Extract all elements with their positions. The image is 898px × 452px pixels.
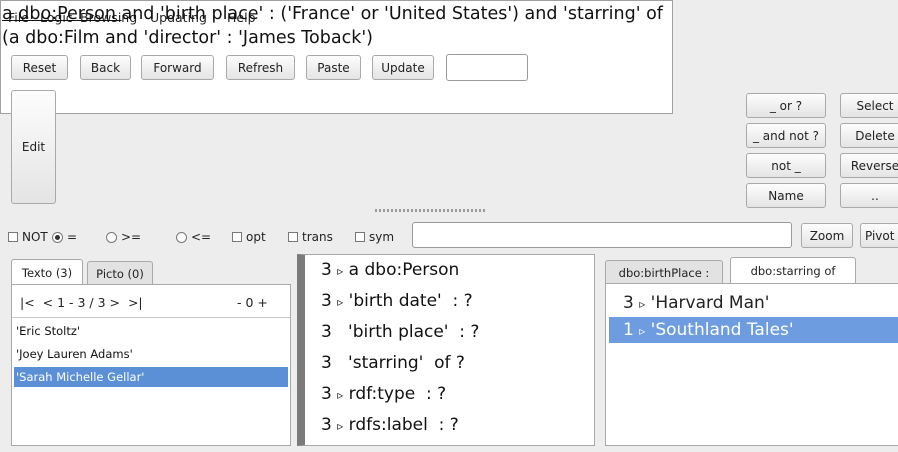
ge-radio[interactable]: >= [106, 230, 141, 244]
select-button[interactable]: Select [840, 93, 898, 118]
query-text[interactable]: a dbo:Person and 'birth place' : ('Franc… [2, 2, 670, 50]
value-row-selected[interactable]: 1 ▹ 'Southland Tales' [609, 317, 898, 343]
list-item[interactable]: 'Eric Stoltz' [14, 321, 288, 341]
radio-dot[interactable] [52, 231, 63, 243]
trans-checkbox[interactable]: trans [288, 230, 333, 244]
value-label: 'Southland Tales' [650, 320, 794, 340]
checkbox-box[interactable] [355, 232, 365, 242]
property-count: 3 [321, 322, 332, 342]
property-row[interactable]: 3 ▹ 'birth date' : ? [321, 291, 473, 311]
and-not-button[interactable]: _ and not ? [746, 123, 826, 148]
checkbox-box[interactable] [8, 232, 18, 242]
reset-button[interactable]: Reset [11, 55, 68, 80]
property-label: rdfs:label : ? [348, 415, 459, 435]
dots-button[interactable]: .. [840, 183, 898, 208]
query-focus[interactable]: a dbo:Person [2, 4, 121, 24]
property-label: a dbo:Person [348, 260, 460, 280]
value-row[interactable]: 3 ▹ 'Harvard Man' [609, 290, 898, 316]
property-panel: 3 ▹ a dbo:Person 3 ▹ 'birth date' : ? 3 … [297, 254, 595, 446]
list-item[interactable]: 'Joey Lauren Adams' [14, 344, 288, 364]
splitter-handle[interactable] [375, 209, 485, 212]
refresh-button[interactable]: Refresh [226, 55, 295, 80]
pager-nav[interactable]: |< < 1 - 3 / 3 > >| [20, 295, 143, 310]
opt-label: opt [246, 230, 266, 244]
value-count: 3 [623, 293, 634, 313]
pivot-button[interactable]: Pivot [860, 223, 898, 248]
divider [12, 317, 290, 318]
update-button[interactable]: Update [372, 55, 434, 80]
sym-label: sym [369, 230, 395, 244]
checkbox-box[interactable] [288, 232, 298, 242]
ge-label: >= [121, 230, 142, 244]
tab-texto[interactable]: Texto (3) [11, 259, 83, 285]
delete-button[interactable]: Delete [840, 123, 898, 148]
radio-dot[interactable] [176, 231, 187, 243]
forward-button[interactable]: Forward [141, 55, 214, 80]
value-label: 'Harvard Man' [650, 293, 770, 313]
checkbox-box[interactable] [232, 232, 242, 242]
sym-checkbox[interactable]: sym [355, 230, 394, 244]
radio-dot[interactable] [106, 231, 117, 243]
property-label: rdf:type : ? [348, 384, 447, 404]
tab-birthplace[interactable]: dbo:birthPlace : [605, 260, 723, 284]
list-item-selected[interactable]: 'Sarah Michelle Gellar' [14, 367, 288, 387]
trans-label: trans [302, 230, 333, 244]
value-panel: 3 ▹ 'Harvard Man' 1 ▹ 'Southland Tales' [605, 283, 898, 446]
not-checkbox[interactable]: NOT [8, 230, 48, 244]
pager-zoom[interactable]: - 0 + [237, 295, 268, 310]
not-label: NOT [22, 230, 48, 244]
zoom-button[interactable]: Zoom [801, 223, 853, 248]
property-label: 'birth date' : ? [348, 291, 473, 311]
eq-radio[interactable]: = [52, 230, 77, 244]
name-button[interactable]: Name [746, 183, 826, 208]
expand-arrow-icon[interactable]: ▹ [337, 388, 343, 402]
property-label: 'starring' of ? [348, 353, 465, 373]
property-count: 3 [321, 384, 332, 404]
property-count: 3 [321, 353, 332, 373]
filter-input[interactable] [412, 222, 792, 248]
property-row[interactable]: 3 ▹ rdfs:label : ? [321, 415, 459, 435]
property-row[interactable]: 3 'birth place' : ? [321, 322, 479, 342]
reverse-button[interactable]: Reverse [840, 153, 898, 178]
expand-arrow-icon[interactable]: ▹ [337, 295, 343, 309]
or-button[interactable]: _ or ? [746, 93, 826, 118]
property-row[interactable]: 3 'starring' of ? [321, 353, 465, 373]
expand-arrow-icon[interactable]: ▹ [337, 419, 343, 433]
expand-arrow-icon[interactable]: ▹ [337, 264, 343, 278]
tab-starring[interactable]: dbo:starring of [730, 257, 856, 283]
property-count: 3 [321, 260, 332, 280]
back-button[interactable]: Back [80, 55, 131, 80]
le-radio[interactable]: <= [176, 230, 211, 244]
le-label: <= [191, 230, 212, 244]
property-label: 'birth place' : ? [348, 322, 480, 342]
toolbar-input[interactable] [446, 54, 528, 81]
entity-panel: |< < 1 - 3 / 3 > >| - 0 + 'Eric Stoltz' … [11, 284, 291, 446]
property-row[interactable]: 3 ▹ a dbo:Person [321, 260, 459, 280]
property-row[interactable]: 3 ▹ rdf:type : ? [321, 384, 446, 404]
value-count: 1 [623, 320, 634, 340]
eq-label: = [67, 230, 78, 244]
not-button[interactable]: not _ [746, 153, 826, 178]
tab-picto[interactable]: Picto (0) [87, 261, 153, 285]
property-count: 3 [321, 291, 332, 311]
opt-checkbox[interactable]: opt [232, 230, 266, 244]
property-count: 3 [321, 415, 332, 435]
paste-button[interactable]: Paste [306, 55, 361, 80]
edit-button[interactable]: Edit [11, 90, 56, 204]
expand-arrow-icon[interactable]: ▹ [639, 324, 645, 338]
expand-arrow-icon[interactable]: ▹ [639, 297, 645, 311]
